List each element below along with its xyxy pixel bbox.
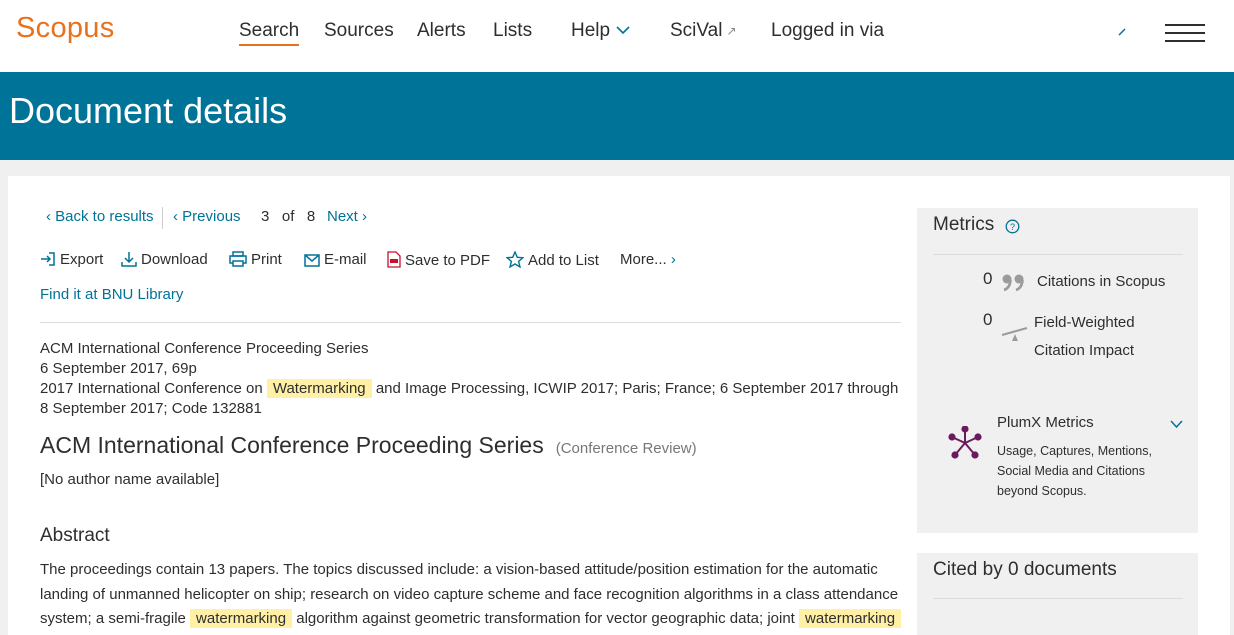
export-icon <box>41 252 55 266</box>
fwci-value: 0 <box>983 310 993 329</box>
cited-by-heading: Cited by 0 documents <box>933 559 1117 580</box>
more-button[interactable]: More... › <box>620 251 676 268</box>
logged-in-status: Logged in via <box>771 20 885 41</box>
nav-scival[interactable]: SciVal ↗ <box>670 20 737 42</box>
citations-count: 0 <box>983 269 993 288</box>
back-to-results-link[interactable]: ‹ Back to results <box>46 208 154 225</box>
fwci-label-line: Field-Weighted <box>1034 314 1135 331</box>
abstract-part: algorithm against geometric transformati… <box>296 610 795 627</box>
save-to-pdf-button[interactable]: Save to PDF <box>387 251 490 269</box>
next-link[interactable]: Next › <box>327 208 367 225</box>
add-to-list-button[interactable]: Add to List <box>505 250 599 269</box>
back-to-results-label: Back to results <box>55 208 154 225</box>
chevron-down-icon <box>616 26 630 35</box>
download-icon <box>121 252 137 267</box>
author-list: [No author name available] <box>40 471 220 488</box>
search-term-highlight: watermarking <box>799 609 902 628</box>
nav-help-label: Help <box>571 20 611 41</box>
document-source-info: ACM International Conference Proceeding … <box>40 339 902 419</box>
help-icon[interactable]: ? <box>1005 219 1020 234</box>
download-button[interactable]: Download <box>121 251 208 268</box>
external-link-icon: ↗ <box>726 23 737 38</box>
quote-icon <box>1002 274 1024 292</box>
more-label: More... <box>620 251 667 268</box>
of-label: of <box>281 208 295 225</box>
save-to-pdf-label: Save to PDF <box>405 252 491 269</box>
conference-info: 2017 International Conference on Waterma… <box>40 379 902 419</box>
balance-scale-icon <box>1001 327 1028 341</box>
chevron-left-icon: ‹ <box>173 208 178 225</box>
search-term-highlight: Watermarking <box>266 379 372 398</box>
next-label: Next <box>327 208 358 225</box>
add-to-list-label: Add to List <box>528 252 599 269</box>
abstract-text: The proceedings contain 13 papers. The t… <box>40 558 902 632</box>
nav-lists[interactable]: Lists <box>493 20 532 42</box>
chevron-right-icon: › <box>362 208 368 225</box>
nav-search[interactable]: Search <box>239 20 300 46</box>
total-count: 8 <box>306 208 316 225</box>
nav-sources[interactable]: Sources <box>324 20 394 42</box>
hamburger-menu-icon[interactable] <box>1165 24 1205 44</box>
export-label: Export <box>60 251 104 268</box>
source-title[interactable]: ACM International Conference Proceeding … <box>40 339 902 359</box>
metrics-heading: Metrics <box>933 214 995 235</box>
email-button[interactable]: E-mail <box>304 251 367 268</box>
divider <box>933 598 1183 599</box>
scopus-logo[interactable]: Scopus <box>16 12 115 45</box>
nav-scival-label: SciVal <box>670 20 723 41</box>
chevron-left-icon: ‹ <box>46 208 51 225</box>
envelope-icon <box>304 254 320 267</box>
publication-date: 6 September 2017, 69p <box>40 360 197 377</box>
plumx-icon <box>948 426 982 459</box>
svg-text:?: ? <box>1010 222 1015 232</box>
plumx-description: Usage, Captures, Mentions, Social Media … <box>997 444 1152 498</box>
fwci-label[interactable]: Field-Weighted Citation Impact <box>1034 309 1135 365</box>
document-type: (Conference Review) <box>555 440 697 457</box>
divider <box>162 207 163 229</box>
citations-label[interactable]: Citations in Scopus <box>1037 268 1165 296</box>
divider <box>40 322 901 323</box>
find-it-library-link[interactable]: Find it at BNU Library <box>40 286 183 303</box>
top-navigation-bar: Scopus Search Sources Alerts Lists Help … <box>0 0 1234 72</box>
print-button[interactable]: Print <box>229 251 282 268</box>
plumx-title[interactable]: PlumX Metrics <box>997 414 1094 431</box>
export-button[interactable]: Export <box>40 251 103 268</box>
nav-help[interactable]: Help <box>571 20 630 42</box>
institution-indicator-icon <box>1118 28 1126 36</box>
previous-label: Previous <box>182 208 241 225</box>
chevron-right-icon: › <box>670 251 676 268</box>
abstract-heading: Abstract <box>40 525 110 546</box>
page-banner: Document details <box>0 72 1234 160</box>
fwci-label-line: Citation Impact <box>1034 342 1135 359</box>
chevron-down-icon[interactable] <box>1170 420 1183 429</box>
previous-link[interactable]: ‹ Previous <box>173 208 241 225</box>
current-index: 3 <box>261 208 270 225</box>
download-label: Download <box>141 251 208 268</box>
result-position: 3 of 8 <box>261 208 315 225</box>
conference-text: 2017 International Conference on <box>40 380 263 397</box>
nav-alerts[interactable]: Alerts <box>417 20 466 42</box>
printer-icon <box>229 251 247 267</box>
search-term-highlight: watermarking <box>190 609 293 628</box>
email-label: E-mail <box>324 251 367 268</box>
document-title: ACM International Conference Proceeding … <box>40 432 697 459</box>
print-label: Print <box>251 251 282 268</box>
page-title: Document details <box>9 90 288 131</box>
document-title-text: ACM International Conference Proceeding … <box>40 432 544 458</box>
star-icon <box>505 250 525 269</box>
pdf-icon <box>387 251 401 268</box>
divider <box>933 254 1183 255</box>
